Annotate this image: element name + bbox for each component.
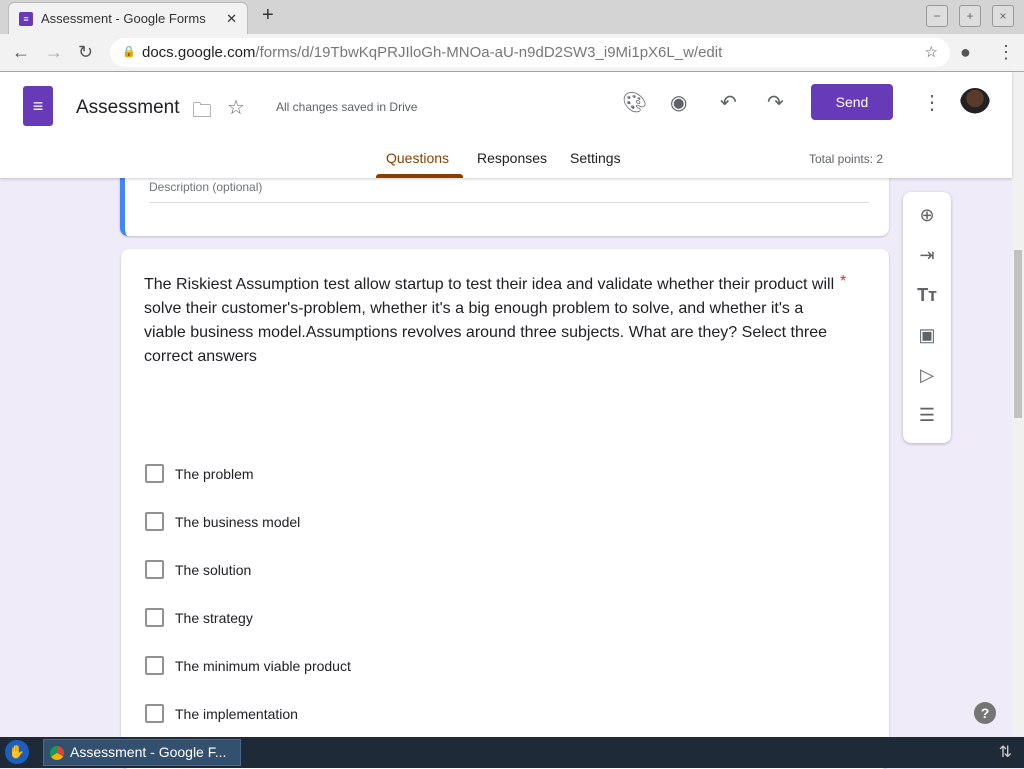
save-status: All changes saved in Drive xyxy=(276,100,418,114)
chrome-icon xyxy=(50,746,64,760)
close-window-button[interactable]: × xyxy=(992,5,1014,27)
checkbox[interactable] xyxy=(145,560,164,579)
option-checkbox[interactable]: The solution xyxy=(145,560,251,579)
lock-icon: 🔒 xyxy=(122,46,136,58)
import-questions-icon[interactable]: ⇥ xyxy=(917,245,937,266)
palette-icon[interactable]: 🎨︎ xyxy=(622,90,647,115)
taskbar: ✋ Assessment - Google F... ⇅ xyxy=(0,737,1024,768)
profile-icon[interactable]: ● xyxy=(960,42,971,63)
option-label: The minimum viable product xyxy=(175,657,351,674)
question-text: The Riskiest Assumption test allow start… xyxy=(144,276,835,365)
required-mark: * xyxy=(840,273,847,290)
checkbox[interactable] xyxy=(145,512,164,531)
forward-icon[interactable]: → xyxy=(45,42,63,63)
page-scrollbar[interactable] xyxy=(1012,72,1024,736)
option-label: The business model xyxy=(175,513,301,530)
tab-responses[interactable]: Responses xyxy=(477,150,547,166)
forms-favicon-icon: ≡ xyxy=(19,11,33,26)
option-label: The strategy xyxy=(175,609,253,626)
reload-icon[interactable]: ↻ xyxy=(78,42,93,63)
start-menu-icon[interactable]: ✋ xyxy=(5,740,29,764)
option-label: The problem xyxy=(175,465,254,482)
forms-header: ≡ Assessment 🗀 ☆ All changes saved in Dr… xyxy=(0,72,1012,178)
add-title-icon[interactable]: Tт xyxy=(917,285,937,306)
add-section-icon[interactable]: ☰ xyxy=(917,405,937,426)
option-checkbox[interactable]: The minimum viable product xyxy=(145,656,351,675)
minimize-button[interactable]: − xyxy=(926,5,948,27)
option-checkbox[interactable]: The business model xyxy=(145,512,300,531)
form-title[interactable]: Assessment xyxy=(76,97,179,119)
tab-settings[interactable]: Settings xyxy=(570,150,621,166)
checkbox[interactable] xyxy=(145,608,164,627)
total-points: Total points: 2 xyxy=(809,152,884,166)
undo-icon[interactable]: ↶ xyxy=(720,90,737,115)
checkbox[interactable] xyxy=(145,704,164,723)
browser-tabbar: ≡ Assessment - Google Forms ✕ + − + × xyxy=(0,0,1024,34)
folder-icon[interactable]: 🗀 xyxy=(192,96,212,130)
help-icon[interactable]: ? xyxy=(974,702,996,724)
add-image-icon[interactable]: ▣ xyxy=(917,325,937,346)
forms-logo-icon[interactable]: ≡ xyxy=(23,86,53,126)
browser-menu-icon[interactable]: ⋮ xyxy=(997,42,1015,63)
url-domain: docs.google.com xyxy=(142,44,256,61)
description-input[interactable]: Description (optional) xyxy=(149,180,262,194)
description-underline xyxy=(149,202,869,203)
question-toolbar: ⊕ ⇥ Tт ▣ ▷ ☰ xyxy=(903,192,951,443)
tab-questions[interactable]: Questions xyxy=(386,150,449,166)
option-checkbox[interactable]: The problem xyxy=(145,464,254,483)
checkbox[interactable] xyxy=(145,464,164,483)
tab-title: Assessment - Google Forms xyxy=(41,11,206,26)
question-card[interactable]: The Riskiest Assumption test allow start… xyxy=(121,249,889,769)
network-icon[interactable]: ⇅ xyxy=(999,742,1012,762)
new-tab-button[interactable]: + xyxy=(262,4,274,27)
url-input[interactable]: 🔒 docs.google.com/forms/d/19TbwKqPRJIloGh… xyxy=(110,38,950,67)
taskbar-item[interactable]: Assessment - Google F... xyxy=(43,739,241,766)
active-tab-indicator xyxy=(376,174,463,178)
add-video-icon[interactable]: ▷ xyxy=(917,365,937,386)
browser-tab[interactable]: ≡ Assessment - Google Forms ✕ xyxy=(8,2,248,34)
option-label: The implementation xyxy=(175,705,298,722)
more-options-icon[interactable]: ⋮ xyxy=(922,90,942,115)
avatar[interactable] xyxy=(960,88,990,118)
bookmark-star-icon[interactable]: ☆ xyxy=(925,38,938,67)
option-label: The solution xyxy=(175,561,252,578)
close-tab-icon[interactable]: ✕ xyxy=(226,11,237,27)
maximize-button[interactable]: + xyxy=(959,5,981,27)
back-icon[interactable]: ← xyxy=(12,42,30,63)
preview-eye-icon[interactable]: ◉ xyxy=(670,90,687,115)
url-path: /forms/d/19TbwKqPRJIloGh-MNOa-aU-n9dD2SW… xyxy=(255,44,723,61)
redo-icon[interactable]: ↷ xyxy=(767,90,784,115)
address-bar: ← → ↻ 🔒 docs.google.com/forms/d/19TbwKqPR… xyxy=(0,34,1024,72)
option-checkbox[interactable]: The implementation xyxy=(145,704,298,723)
checkbox[interactable] xyxy=(145,656,164,675)
scrollbar-thumb[interactable] xyxy=(1014,250,1022,418)
option-checkbox[interactable]: The strategy xyxy=(145,608,253,627)
taskbar-item-label: Assessment - Google F... xyxy=(70,744,227,760)
star-icon[interactable]: ☆ xyxy=(227,95,245,120)
add-question-icon[interactable]: ⊕ xyxy=(917,205,937,226)
send-button[interactable]: Send xyxy=(811,84,893,120)
